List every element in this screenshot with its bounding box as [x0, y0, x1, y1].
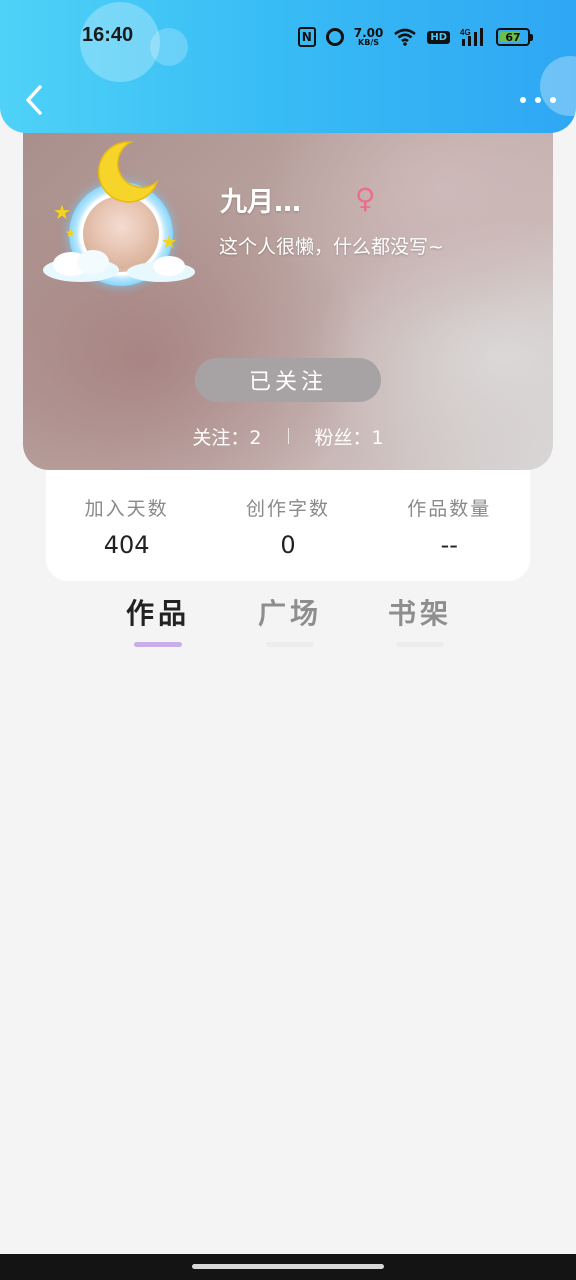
tab-label: 广场 [257, 597, 322, 630]
more-dot-icon [535, 97, 541, 103]
network-speed: 7.00 KB/S [354, 27, 384, 47]
status-icons: N 7.00 KB/S HD 4G 67 [297, 26, 533, 48]
stat-label: 创作字数 [245, 498, 330, 520]
followers-count[interactable]: 粉丝：1 [315, 423, 384, 450]
tab-indicator [266, 642, 314, 647]
signal-icon: 4G [460, 27, 486, 47]
battery-level: 67 [505, 30, 521, 44]
tab-bookshelf[interactable]: 书架 [370, 592, 470, 647]
tab-label: 书架 [387, 597, 452, 630]
top-header: 16:40 N 7.00 KB/S HD 4G 67 [0, 0, 576, 133]
stat-join-days: 加入天数 404 [57, 494, 197, 559]
tab-indicator [396, 642, 444, 647]
decor-bubble [150, 28, 188, 66]
stat-label: 作品数量 [407, 498, 492, 520]
more-button[interactable] [520, 90, 556, 110]
stat-works-count: 作品数量 -- [379, 494, 519, 559]
chevron-left-icon [26, 85, 42, 115]
female-icon: ♀ [355, 182, 376, 215]
profile-card: ★ ★ ★ 九月… ♀ 这个人很懒，什么都没写~ 已关注 关注：2 粉丝：1 [23, 118, 553, 470]
stats-card: 加入天数 404 创作字数 0 作品数量 -- [46, 470, 530, 581]
hd-icon: HD [427, 30, 450, 44]
nfc-icon: N [297, 27, 316, 47]
stat-word-count: 创作字数 0 [218, 494, 358, 559]
star-icon: ★ [65, 226, 76, 240]
alarm-icon [325, 28, 344, 46]
status-time: 16:40 [82, 24, 134, 46]
follow-stats: 关注：2 粉丝：1 [23, 421, 553, 451]
home-indicator[interactable] [192, 1264, 384, 1269]
following-count[interactable]: 关注：2 [192, 423, 261, 450]
more-dot-icon [520, 97, 526, 103]
star-icon: ★ [161, 232, 178, 253]
stat-value: -- [440, 531, 458, 559]
stat-value: 404 [103, 531, 150, 559]
battery-icon: 67 [496, 28, 533, 46]
tab-works[interactable]: 作品 [108, 592, 208, 647]
svg-text:4G: 4G [460, 28, 471, 37]
avatar[interactable]: ★ ★ ★ [41, 138, 195, 298]
star-icon: ★ [53, 200, 71, 224]
tab-indicator [134, 642, 182, 647]
tab-label: 作品 [125, 597, 190, 630]
follow-button[interactable]: 已关注 [195, 358, 381, 402]
system-nav-bar [0, 1254, 576, 1280]
network-speed-unit: KB/S [358, 38, 380, 47]
more-dot-icon [550, 97, 556, 103]
content-tabs: 作品 广场 书架 [0, 592, 576, 656]
username: 九月… [220, 187, 301, 218]
divider [287, 428, 289, 444]
tab-square[interactable]: 广场 [240, 592, 340, 647]
wifi-icon [393, 28, 417, 46]
stat-label: 加入天数 [84, 498, 169, 520]
stat-value: 0 [280, 531, 296, 559]
back-button[interactable] [16, 80, 52, 120]
moon-icon [98, 141, 159, 203]
user-bio: 这个人很懒，什么都没写~ [219, 236, 444, 258]
